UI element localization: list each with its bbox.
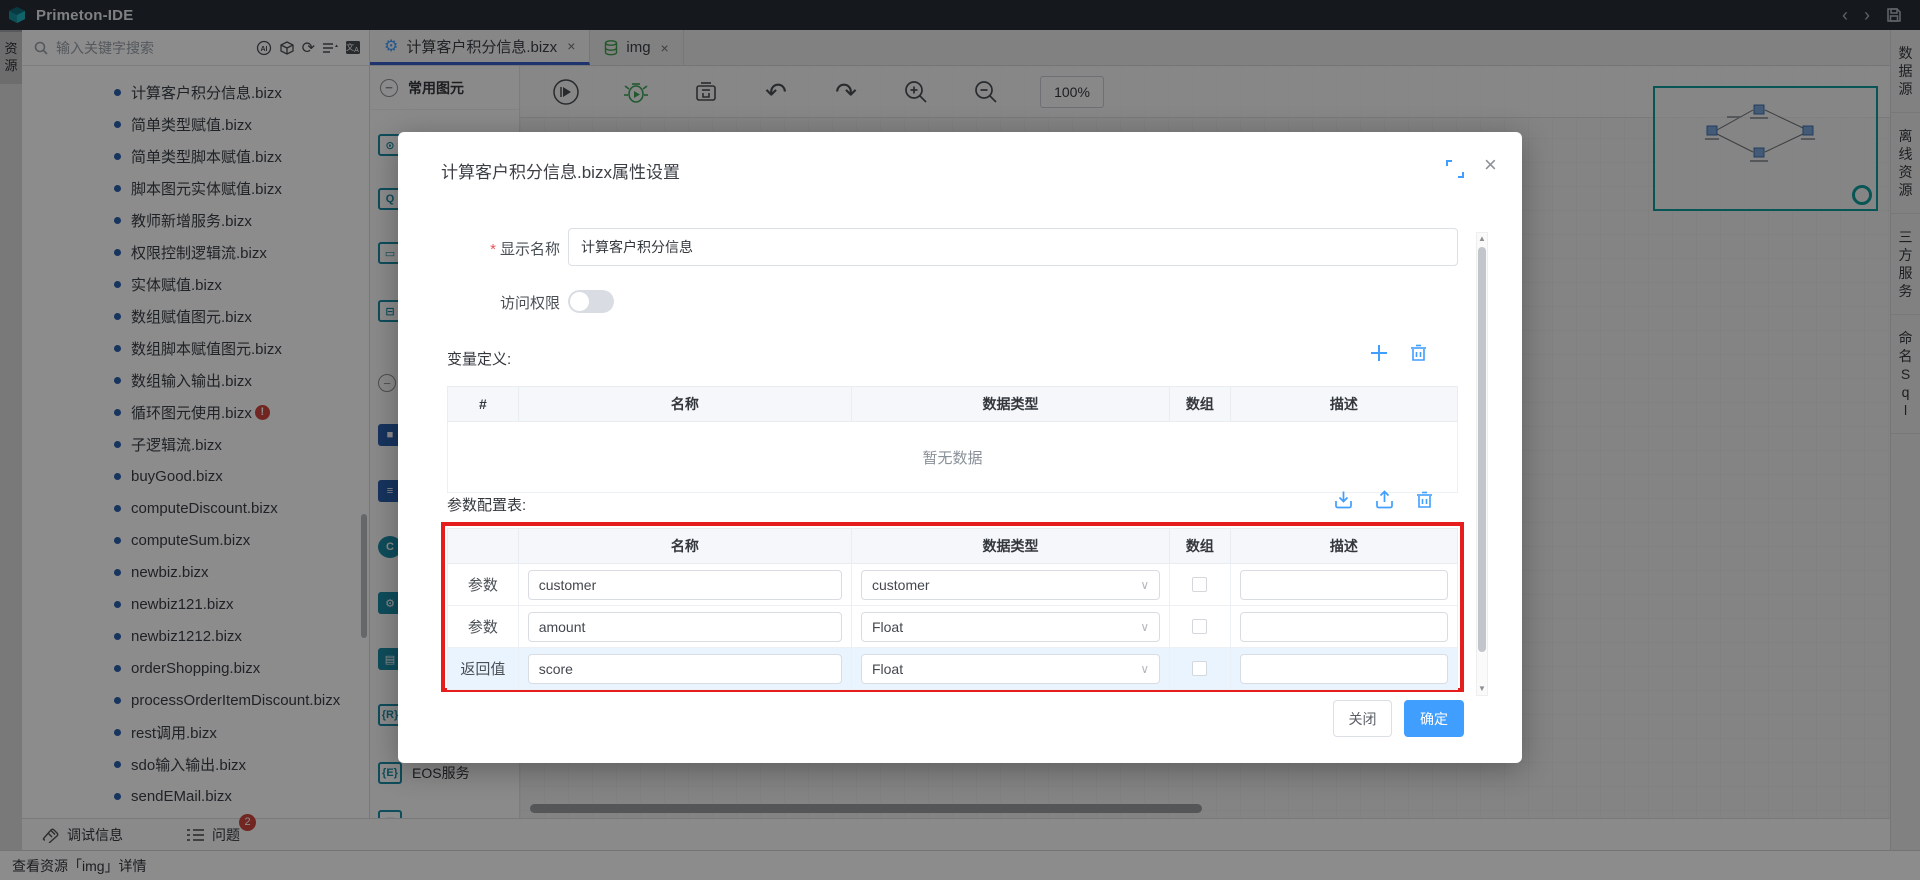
- delete-variable-icon[interactable]: [1410, 344, 1427, 362]
- param-desc-input[interactable]: [1240, 654, 1448, 684]
- scroll-thumb[interactable]: [1478, 247, 1486, 652]
- array-checkbox[interactable]: [1192, 577, 1207, 592]
- scroll-down-icon[interactable]: ▼: [1477, 683, 1487, 695]
- empty-placeholder: 暂无数据: [448, 422, 1458, 493]
- chevron-down-icon: ∨: [1140, 620, 1149, 634]
- col-header-array: 数组: [1170, 529, 1231, 564]
- param-kind: 参数: [448, 606, 519, 648]
- param-type-select[interactable]: Float∨: [861, 654, 1160, 684]
- dialog-title: 计算客户积分信息.bizx属性设置: [441, 158, 680, 183]
- param-kind: 参数: [448, 564, 519, 606]
- table-row: 参数 amount Float∨: [448, 606, 1458, 648]
- access-permission-label: 访问权限: [398, 292, 560, 313]
- access-permission-toggle[interactable]: [568, 290, 614, 313]
- close-dialog-icon[interactable]: ×: [1484, 152, 1497, 178]
- param-desc-input[interactable]: [1240, 612, 1448, 642]
- annotation-red-box: 名称 数据类型 数组 描述 参数 customer customer∨ 参数 amoun…: [441, 522, 1464, 692]
- array-checkbox[interactable]: [1192, 661, 1207, 676]
- scroll-up-icon[interactable]: ▲: [1477, 233, 1487, 245]
- export-params-icon[interactable]: [1375, 490, 1394, 509]
- close-button[interactable]: 关闭: [1333, 700, 1392, 737]
- expand-dialog-icon[interactable]: [1446, 160, 1464, 178]
- col-header-name: 名称: [518, 529, 851, 564]
- col-header-kind: [448, 529, 519, 564]
- param-type-select[interactable]: customer∨: [861, 570, 1160, 600]
- chevron-down-icon: ∨: [1140, 578, 1149, 592]
- properties-dialog: 计算客户积分信息.bizx属性设置 × *显示名称 访问权限 变量定义: # 名…: [398, 132, 1522, 763]
- table-row: 参数 customer customer∨: [448, 564, 1458, 606]
- dialog-scrollbar[interactable]: ▲ ▼: [1476, 232, 1488, 696]
- required-mark: *: [490, 241, 496, 258]
- param-config-table: 名称 数据类型 数组 描述 参数 customer customer∨ 参数 amoun…: [447, 528, 1458, 690]
- array-checkbox[interactable]: [1192, 619, 1207, 634]
- param-kind: 返回值: [448, 648, 519, 690]
- col-header-desc: 描述: [1230, 387, 1457, 422]
- col-header-type: 数据类型: [851, 387, 1169, 422]
- col-header-name: 名称: [518, 387, 851, 422]
- import-params-icon[interactable]: [1334, 490, 1353, 509]
- col-header-desc: 描述: [1230, 529, 1457, 564]
- col-header-type: 数据类型: [851, 529, 1169, 564]
- variable-section-label: 变量定义:: [447, 348, 511, 369]
- param-desc-input[interactable]: [1240, 570, 1448, 600]
- display-name-input[interactable]: [568, 228, 1458, 266]
- display-name-label: *显示名称: [398, 238, 560, 259]
- param-name-input[interactable]: customer: [528, 570, 842, 600]
- col-header-array: 数组: [1170, 387, 1231, 422]
- variable-table: # 名称 数据类型 数组 描述 暂无数据: [447, 386, 1458, 493]
- chevron-down-icon: ∨: [1140, 662, 1149, 676]
- col-header-index: #: [448, 387, 519, 422]
- delete-params-icon[interactable]: [1416, 490, 1433, 509]
- param-name-input[interactable]: score: [528, 654, 842, 684]
- param-section-label: 参数配置表:: [447, 494, 526, 515]
- param-name-input[interactable]: amount: [528, 612, 842, 642]
- add-variable-icon[interactable]: [1370, 344, 1388, 362]
- table-row: 返回值 score Float∨: [448, 648, 1458, 690]
- ok-button[interactable]: 确定: [1404, 700, 1464, 737]
- param-type-select[interactable]: Float∨: [861, 612, 1160, 642]
